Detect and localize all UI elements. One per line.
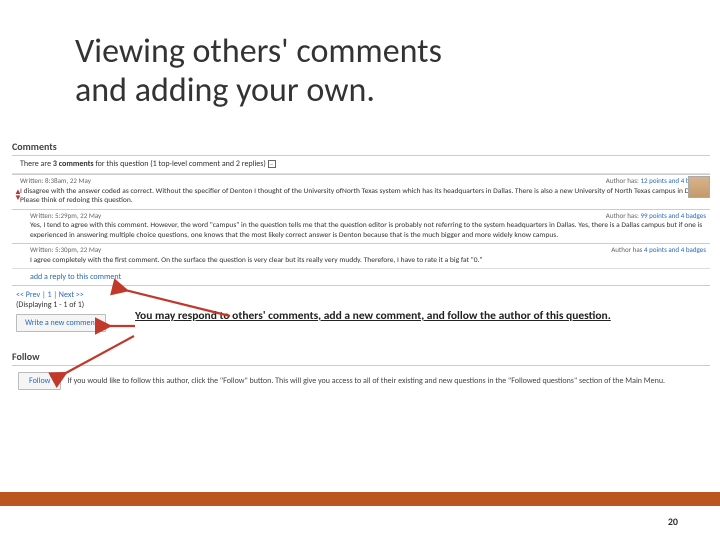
author-stats: Author has 4 points and 4 badges: [611, 246, 706, 255]
footer-bar: [0, 492, 720, 506]
follow-section: Follow Follow If you would like to follo…: [12, 350, 710, 390]
comment-timestamp: Written: 8:38am, 22 May: [20, 177, 91, 186]
comments-header: Comments: [12, 140, 710, 156]
add-reply-link[interactable]: add a reply to this comment: [12, 268, 710, 286]
vote-icon[interactable]: ▲▼: [14, 189, 22, 201]
follow-description: If you would like to follow this author,…: [67, 376, 665, 386]
pager: << Prev | 1 | Next >> (Displaying 1 - 1 …: [12, 286, 710, 310]
follow-button[interactable]: Follow: [18, 372, 61, 390]
comment-timestamp: Written: 5:30pm, 22 May: [30, 246, 101, 255]
collapse-icon[interactable]: –: [268, 160, 276, 168]
title-line1: Viewing others' comments: [75, 31, 442, 72]
title-line2: and adding your own.: [75, 70, 375, 111]
comment-body: I disagree with the answer coded as corr…: [20, 187, 706, 206]
callout-text: You may respond to others' comments, add…: [135, 309, 655, 324]
slide-title: Viewing others' comments and adding your…: [75, 32, 442, 110]
comments-section: Comments There are 3 comments for this q…: [12, 140, 710, 332]
avatar: [688, 176, 710, 198]
comment-body: I agree completely with the first commen…: [30, 256, 706, 265]
page-number: 20: [668, 515, 678, 528]
pager-display: (Displaying 1 - 1 of 1): [16, 300, 84, 310]
comment-timestamp: Written: 5:29pm, 22 May: [30, 212, 101, 221]
comments-count: There are 3 comments for this question (…: [12, 156, 710, 171]
comment-item: Written: 5:29pm, 22 May Author has: 99 p…: [12, 209, 710, 244]
comment-body: Yes, I tend to agree with this comment. …: [30, 221, 706, 240]
pager-nav[interactable]: << Prev | 1 | Next >>: [16, 290, 84, 300]
comment-item: ▲▼ Written: 8:38am, 22 May Author has: 1…: [12, 174, 710, 209]
follow-header: Follow: [12, 350, 710, 366]
comment-item: Written: 5:30pm, 22 May Author has 4 poi…: [12, 243, 710, 268]
write-comment-button[interactable]: Write a new comment: [16, 314, 106, 332]
author-stats: Author has: 99 points and 4 badges: [606, 212, 706, 221]
